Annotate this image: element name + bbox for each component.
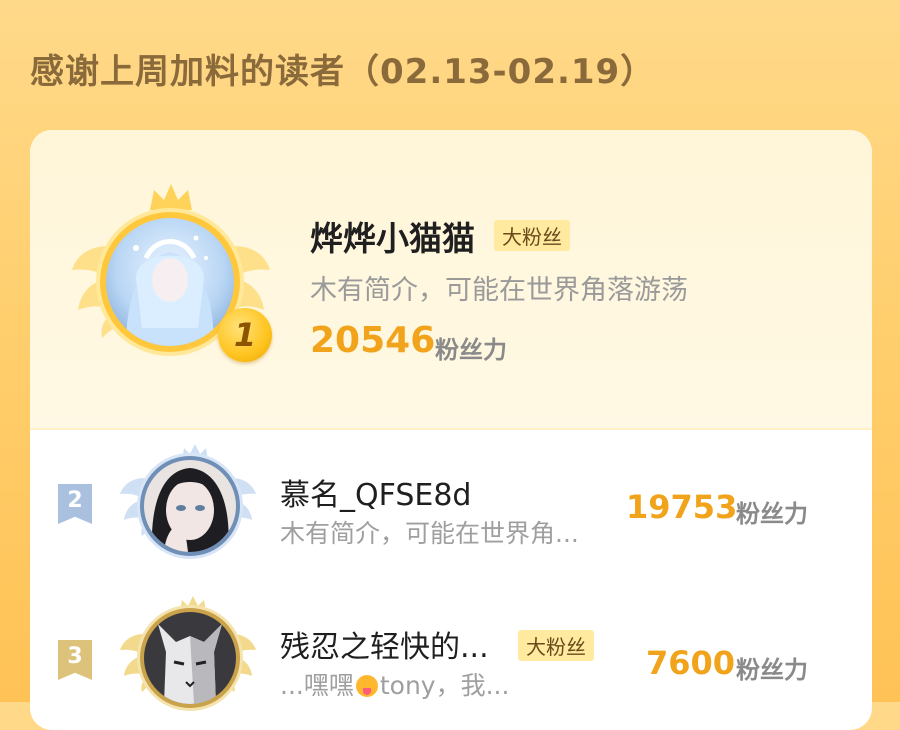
rank-2-ribbon: 2 — [58, 484, 92, 524]
leaderboard-row[interactable]: 2 慕名_QFSE8d 木有简介，可能在世界角... 19753 粉丝力 — [30, 430, 872, 560]
tongue-emoji-icon — [355, 675, 378, 697]
row-bio-suffix: tony，我... — [379, 671, 510, 700]
top1-bio: 木有简介，可能在世界角落游荡 — [310, 275, 688, 306]
top1-fan-badge: 大粉丝 — [494, 220, 570, 251]
row-username[interactable]: 慕名_QFSE8d — [280, 470, 471, 514]
row-fan-badge: 大粉丝 — [518, 630, 594, 661]
top1-avatar-frame[interactable]: 1 — [70, 182, 272, 382]
rank-1-coin: 1 — [218, 308, 272, 362]
leaderboard-card: 1 烨烨小猫猫 大粉丝 木有简介，可能在世界角落游荡 20546 粉丝力 2 慕… — [30, 130, 872, 730]
row-bio: 木有简介，可能在世界角... — [280, 519, 579, 548]
row-username[interactable]: 残忍之轻快的... — [280, 622, 489, 666]
rank-3-ribbon: 3 — [58, 640, 92, 680]
page-title: 感谢上周加料的读者（02.13-02.19） — [30, 52, 656, 92]
row-fan-power-value: 7600 — [646, 644, 736, 682]
row-avatar — [144, 612, 236, 704]
top1-avatar — [106, 218, 234, 346]
row-bio-prefix: ...嘿嘿 — [280, 671, 354, 700]
top1-fan-power-label: 粉丝力 — [435, 336, 507, 364]
row-fan-power-label: 粉丝力 — [736, 500, 808, 528]
leaderboard-row[interactable]: 3 残忍之轻快的... 大粉丝 ...嘿嘿 tony，我... 7600 粉丝力 — [30, 596, 872, 730]
crown-icon — [150, 184, 192, 210]
row-fan-power-label: 粉丝力 — [736, 656, 808, 684]
top1-fan-power-value: 20546 — [310, 320, 436, 361]
row-bio: ...嘿嘿 tony，我... — [280, 666, 509, 702]
top1-username[interactable]: 烨烨小猫猫 — [310, 212, 475, 260]
row-fan-power-value: 19753 — [626, 488, 738, 526]
row-avatar — [144, 460, 236, 552]
top-reader-section: 1 烨烨小猫猫 大粉丝 木有简介，可能在世界角落游荡 20546 粉丝力 — [30, 130, 872, 430]
